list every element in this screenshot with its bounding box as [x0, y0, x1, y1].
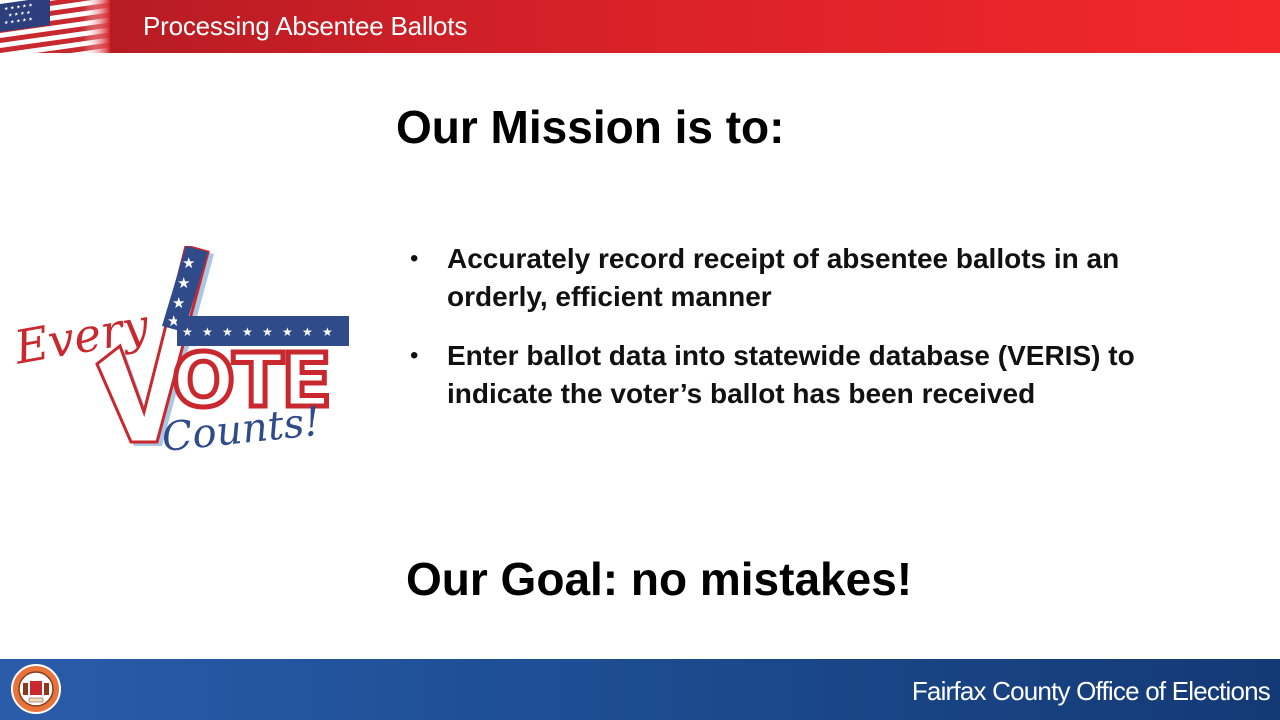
bullet-marker: • [410, 245, 419, 272]
footer-organization: Fairfax County Office of Elections [911, 676, 1271, 706]
goal-statement: Our Goal: no mistakes! [406, 553, 913, 605]
mission-list: • Accurately record receipt of absentee … [410, 240, 1210, 434]
logo-word-every: Every [12, 298, 154, 375]
svg-text:★: ★ [222, 325, 233, 339]
us-flag-icon: ★ ★ ★ ★ ★ ★ ★ ★ ★ ★ ★ ★ ★ ★ [0, 0, 110, 53]
svg-text:★: ★ [282, 325, 293, 339]
svg-text:★: ★ [322, 325, 333, 339]
svg-text:★: ★ [182, 325, 193, 339]
every-vote-counts-logo: Every ★ ★ ★ ★ ★ ★ ★ ★ ★ ★ ★ ★ OTE Counts! [12, 246, 349, 456]
svg-text:★: ★ [242, 325, 253, 339]
svg-text:★: ★ [302, 325, 313, 339]
list-item: • Enter ballot data into statewide datab… [410, 337, 1210, 413]
page-title: Processing Absentee Ballots [143, 11, 468, 41]
svg-text:★: ★ [262, 325, 273, 339]
list-item: • Accurately record receipt of absentee … [410, 240, 1210, 316]
svg-text:★: ★ [182, 254, 195, 272]
svg-text:★: ★ [202, 325, 213, 339]
svg-text:★: ★ [177, 274, 190, 292]
list-item-text: Enter ballot data into statewide databas… [447, 340, 1135, 409]
mission-heading: Our Mission is to: [396, 101, 785, 153]
svg-text:★: ★ [172, 294, 185, 312]
list-item-text: Accurately record receipt of absentee ba… [447, 243, 1120, 312]
county-seal-icon [11, 664, 61, 714]
bullet-marker: • [410, 342, 419, 369]
